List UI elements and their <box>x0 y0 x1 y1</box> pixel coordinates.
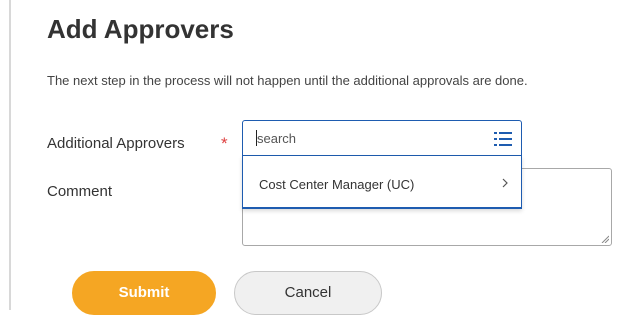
dropdown-item-label: Cost Center Manager (UC) <box>259 177 415 192</box>
additional-approvers-label: Additional Approvers <box>47 135 185 152</box>
submit-button[interactable]: Submit <box>72 271 216 315</box>
left-border-divider <box>9 0 11 310</box>
dropdown-item-cost-center-manager[interactable]: Cost Center Manager (UC) <box>243 156 521 207</box>
page-title: Add Approvers <box>47 14 234 44</box>
comment-label: Comment <box>47 183 113 200</box>
chevron-right-icon <box>502 178 508 188</box>
search-input[interactable] <box>257 128 477 148</box>
page-description: The next step in the process will not ha… <box>47 73 528 88</box>
resize-grip-icon[interactable] <box>601 235 609 243</box>
approvers-search-field[interactable] <box>242 120 522 156</box>
list-icon[interactable] <box>494 132 512 146</box>
approvers-dropdown: Cost Center Manager (UC) <box>242 156 522 209</box>
cancel-button[interactable]: Cancel <box>234 271 382 315</box>
required-marker: * <box>221 134 228 153</box>
